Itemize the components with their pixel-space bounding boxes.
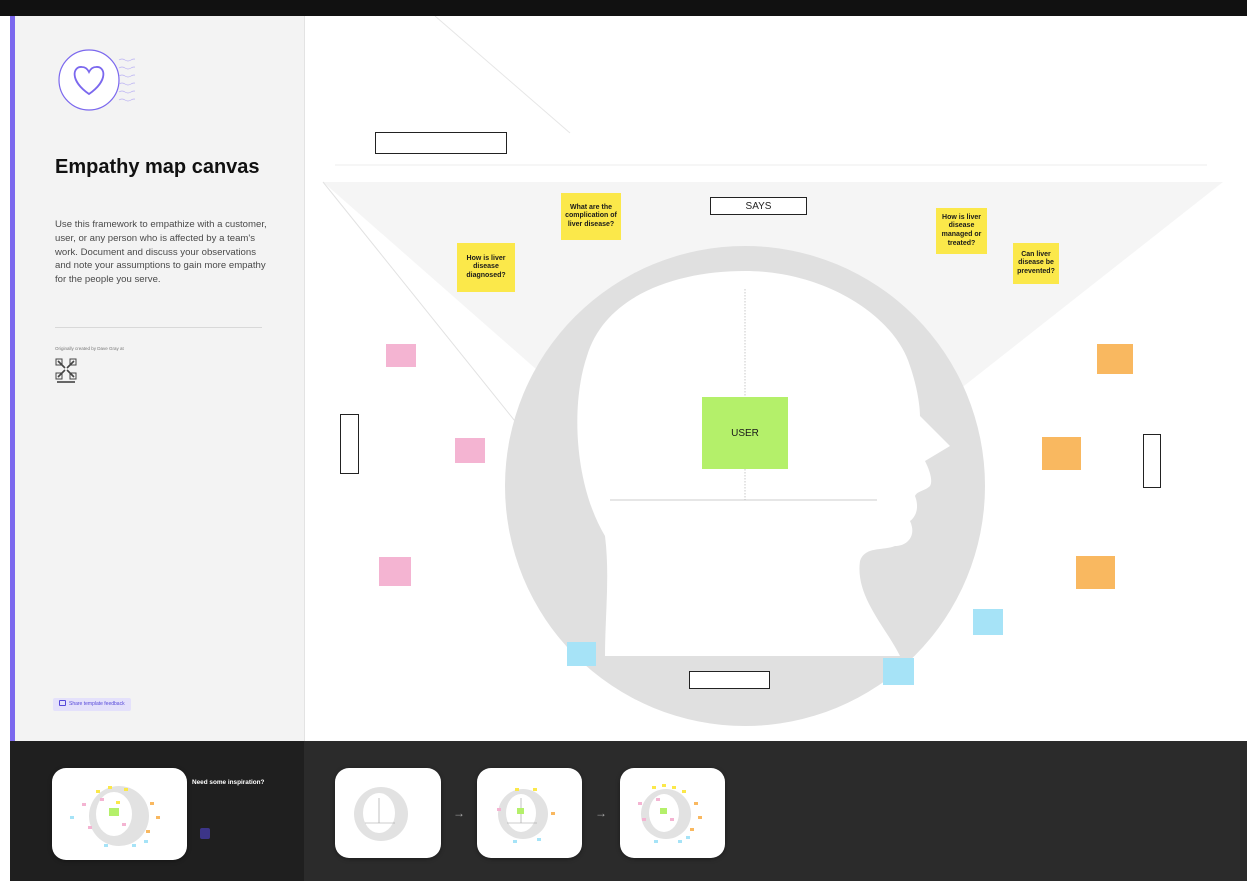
chat-icon <box>59 700 66 706</box>
example-map-thumbnail <box>70 786 160 847</box>
step-2-thumbnail <box>497 788 555 843</box>
board-title-box[interactable] <box>375 132 507 154</box>
sticky-note-treatment[interactable]: How is liver disease managed or treated? <box>936 208 987 254</box>
step-arrow-icon: → <box>453 806 465 820</box>
does-label-box[interactable] <box>1143 434 1161 488</box>
step-arrow-icon: → <box>595 806 607 820</box>
heart-icon <box>58 49 135 111</box>
share-feedback-button[interactable]: Share template feedback <box>53 698 131 711</box>
sticky-note-pink-3[interactable] <box>379 557 411 586</box>
says-label: SAYS <box>745 200 772 212</box>
says-label-box[interactable]: SAYS <box>710 197 807 215</box>
template-description: Use this framework to empathize with a c… <box>55 219 267 286</box>
sticky-note-pink-2[interactable] <box>455 438 485 463</box>
sticky-note-prevention[interactable]: Can liver disease be prevented? <box>1013 243 1059 284</box>
sticky-note-blue-2[interactable] <box>973 609 1003 635</box>
inspiration-title: Need some inspiration? <box>192 779 265 786</box>
step-card-1[interactable] <box>335 768 441 858</box>
xplane-logo-icon <box>55 358 77 383</box>
open-example-button[interactable] <box>200 828 210 839</box>
user-label: USER <box>731 427 759 439</box>
template-title: Empathy map canvas <box>55 156 260 178</box>
sticky-text: Can liver disease be prevented? <box>1017 250 1055 275</box>
share-feedback-label: Share template feedback <box>69 701 125 707</box>
sticky-text: How is liver disease managed or treated? <box>941 213 982 247</box>
inspiration-example-card[interactable] <box>52 768 187 860</box>
sticky-note-orange-3[interactable] <box>1076 556 1115 589</box>
step-3-thumbnail <box>638 784 702 843</box>
empathy-map-canvas[interactable]: SAYS What are the complication of liver … <box>305 16 1247 741</box>
credit-text: Originally created by Dave Gray at <box>55 346 124 351</box>
template-sidebar: Empathy map canvas Use this framework to… <box>15 16 305 741</box>
top-bar <box>0 0 1247 16</box>
step-1-thumbnail <box>354 787 408 841</box>
feels-label-box[interactable] <box>689 671 770 689</box>
sticky-note-blue-3[interactable] <box>883 658 914 685</box>
sidebar-divider <box>55 327 262 328</box>
step-card-3[interactable] <box>620 768 725 858</box>
sticky-text: How is liver disease diagnosed? <box>466 254 506 279</box>
sticky-note-orange-1[interactable] <box>1097 344 1133 374</box>
sticky-note-pink-1[interactable] <box>386 344 416 367</box>
template-steps-panel <box>304 741 1247 881</box>
sticky-note-orange-2[interactable] <box>1042 437 1081 470</box>
thinks-label-box[interactable] <box>340 414 359 474</box>
sticky-note-complications[interactable]: What are the complication of liver disea… <box>561 193 621 240</box>
sidebar-accent-bar <box>10 16 15 741</box>
step-card-2[interactable] <box>477 768 582 858</box>
empathy-map-background <box>322 16 1223 726</box>
sticky-note-blue-1[interactable] <box>567 642 596 666</box>
user-sticky-note[interactable]: USER <box>702 397 788 469</box>
sticky-text: What are the complication of liver disea… <box>565 203 617 228</box>
sticky-note-diagnosis[interactable]: How is liver disease diagnosed? <box>457 243 515 292</box>
